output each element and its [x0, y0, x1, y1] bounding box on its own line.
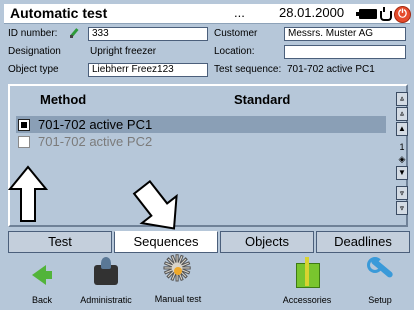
- back-button[interactable]: Back: [22, 257, 62, 305]
- back-label: Back: [31, 295, 52, 305]
- window-title: Automatic test: [10, 5, 108, 21]
- customer-label: Customer: [214, 28, 258, 39]
- id-number-label: ID number:: [8, 28, 58, 39]
- setup-button[interactable]: Setup: [358, 257, 402, 305]
- up-arrow-annotation-icon: [8, 165, 48, 222]
- accessories-button[interactable]: Accessories: [282, 257, 332, 305]
- bottom-toolbar: Back Administratic Manual test Accessori…: [0, 251, 414, 310]
- page-down-icon[interactable]: ⩔: [396, 186, 408, 200]
- designation-label: Designation: [8, 46, 61, 57]
- title-bar: Automatic test ... 28.01.2000 ⏻: [4, 4, 411, 24]
- screen: Automatic test ... 28.01.2000 ⏻ ID numbe…: [0, 0, 414, 310]
- page-up-icon[interactable]: ⩓: [396, 107, 408, 121]
- id-number-field[interactable]: 333: [88, 27, 208, 41]
- administration-icon: [92, 257, 120, 287]
- sequence-list-panel: Method Standard 701-702 active PC1 701-7…: [8, 84, 408, 227]
- tab-test[interactable]: Test: [8, 231, 112, 253]
- scroll-bottom-icon[interactable]: ⩔: [396, 201, 408, 215]
- info-panel: ID number: 333 Customer Messrs. Muster A…: [4, 26, 410, 81]
- page-number: 1: [399, 142, 405, 152]
- designation-value: Upright freezer: [90, 46, 157, 57]
- more-menu[interactable]: ...: [234, 5, 245, 20]
- battery-icon: [356, 9, 377, 19]
- setup-label: Setup: [368, 295, 392, 305]
- customer-field[interactable]: Messrs. Muster AG: [284, 27, 406, 41]
- gift-box-icon: [294, 257, 320, 288]
- wrench-icon: [365, 257, 395, 283]
- power-plug-icon: [379, 7, 392, 21]
- method-name: 701-702 active PC2: [38, 134, 153, 149]
- location-field[interactable]: [284, 45, 406, 59]
- list-item[interactable]: 701-702 active PC1: [16, 116, 386, 133]
- manual-test-label: Manual test: [154, 294, 202, 304]
- scroll-down-icon[interactable]: ▼: [396, 166, 408, 180]
- down-arrow-annotation-icon: [132, 180, 178, 230]
- tab-deadlines[interactable]: Deadlines: [316, 231, 410, 253]
- row-checkbox[interactable]: [18, 136, 30, 148]
- list-item[interactable]: 701-702 active PC2: [16, 133, 386, 150]
- method-name: 701-702 active PC1: [38, 117, 153, 132]
- green-arrow-left-icon: [32, 265, 52, 285]
- row-checkbox[interactable]: [18, 119, 30, 131]
- tab-objects[interactable]: Objects: [220, 231, 314, 253]
- date-display: 28.01.2000: [279, 5, 345, 20]
- object-type-label: Object type: [8, 64, 59, 75]
- location-label: Location:: [214, 46, 255, 57]
- scroll-up-icon[interactable]: ▲: [396, 122, 408, 136]
- administration-button[interactable]: Administratic: [78, 257, 134, 305]
- page-indicator-icon: ◈: [398, 154, 406, 164]
- manual-test-button[interactable]: Manual test: [148, 251, 208, 304]
- column-header-method: Method: [40, 92, 87, 107]
- test-sequence-label: Test sequence:: [214, 64, 282, 75]
- tab-bar: Test Sequences Objects Deadlines: [8, 231, 410, 253]
- column-header-standard: Standard: [234, 92, 291, 107]
- edit-pen-icon[interactable]: [69, 28, 79, 38]
- administration-label: Administratic: [80, 295, 132, 305]
- power-button[interactable]: ⏻: [394, 6, 411, 23]
- gear-icon: [162, 251, 194, 287]
- object-type-field[interactable]: Liebherr Freez123: [88, 63, 208, 77]
- test-sequence-value: 701-702 active PC1: [287, 64, 375, 75]
- scroll-top-icon[interactable]: ⩓: [396, 92, 408, 106]
- accessories-label: Accessories: [282, 295, 332, 305]
